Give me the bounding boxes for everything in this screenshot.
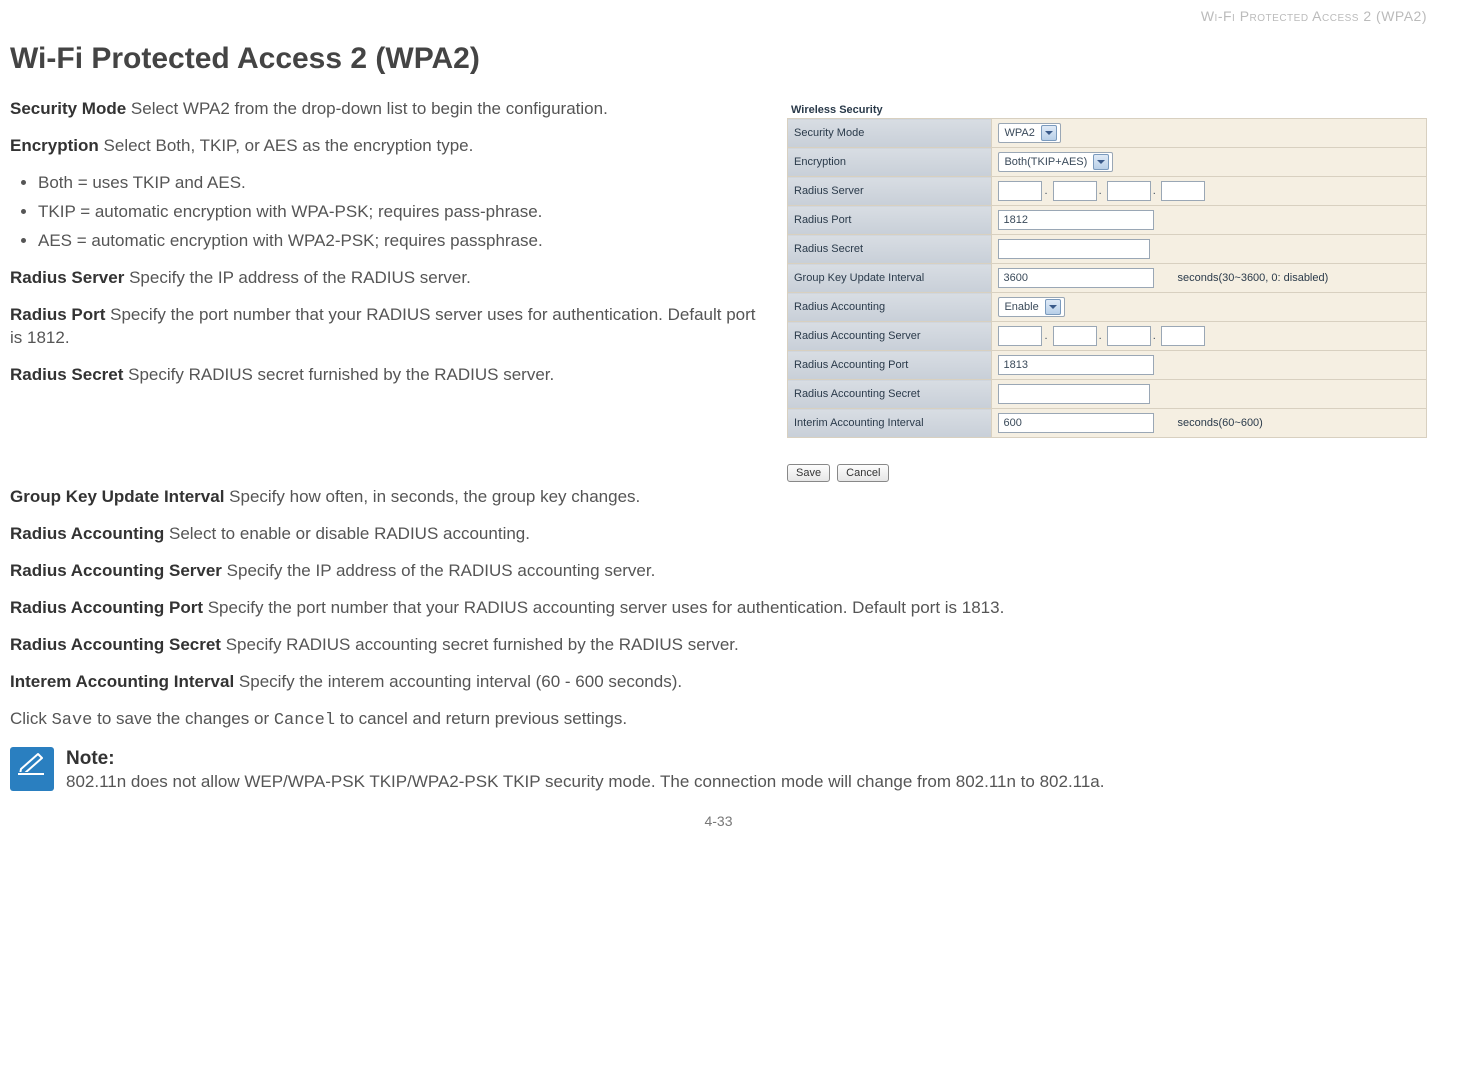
chevron-down-icon (1093, 154, 1109, 170)
table-row: Interim Accounting Interval 600 seconds(… (788, 409, 1427, 438)
chevron-down-icon (1045, 299, 1061, 315)
note-block: Note: 802.11n does not allow WEP/WPA-PSK… (10, 747, 1427, 794)
para-encryption: Encryption Select Both, TKIP, or AES as … (10, 135, 767, 158)
table-row: Encryption Both(TKIP+AES) (788, 148, 1427, 177)
table-row: Radius Accounting Port 1813 (788, 351, 1427, 380)
table-row: Radius Accounting Server . . . (788, 322, 1427, 351)
para-radius-secret: Radius Secret Specify RADIUS secret furn… (10, 364, 767, 387)
table-row: Radius Accounting Enable (788, 293, 1427, 322)
para-radius-server: Radius Server Specify the IP address of … (10, 267, 767, 290)
radius-acct-secret-input[interactable] (998, 384, 1150, 404)
radius-server-octet[interactable] (1161, 181, 1205, 201)
radius-server-octet[interactable] (998, 181, 1042, 201)
radius-acct-server-octet[interactable] (1161, 326, 1205, 346)
cancel-button[interactable]: Cancel (837, 464, 889, 482)
security-mode-select[interactable]: WPA2 (998, 123, 1060, 143)
para-security-mode: Security Mode Select WPA2 from the drop-… (10, 98, 767, 121)
table-row: Security Mode WPA2 (788, 119, 1427, 148)
cancel-code: Cancel (274, 711, 335, 730)
radius-acct-server-octet[interactable] (1053, 326, 1097, 346)
para-click-save: Click Save to save the changes or Cancel… (10, 708, 1427, 733)
para-radius-accounting-secret: Radius Accounting Secret Specify RADIUS … (10, 634, 1427, 657)
radius-acct-port-input[interactable]: 1813 (998, 355, 1154, 375)
save-button[interactable]: Save (787, 464, 830, 482)
chevron-down-icon (1041, 125, 1057, 141)
list-item: Both = uses TKIP and AES. (38, 172, 767, 195)
encryption-bullets: Both = uses TKIP and AES. TKIP = automat… (10, 172, 767, 253)
radius-accounting-select[interactable]: Enable (998, 297, 1064, 317)
group-key-input[interactable]: 3600 (998, 268, 1154, 288)
settings-table: Security Mode WPA2 Encryption Both(TKIP+… (787, 118, 1427, 438)
table-row: Radius Server . . . (788, 177, 1427, 206)
screenshot-title: Wireless Security (787, 102, 1427, 118)
radius-server-octet[interactable] (1107, 181, 1151, 201)
note-body: 802.11n does not allow WEP/WPA-PSK TKIP/… (66, 772, 1105, 791)
interim-hint: seconds(60~600) (1178, 417, 1263, 429)
para-radius-accounting-port: Radius Accounting Port Specify the port … (10, 597, 1427, 620)
table-row: Radius Secret (788, 235, 1427, 264)
para-radius-accounting-server: Radius Accounting Server Specify the IP … (10, 560, 1427, 583)
para-radius-accounting: Radius Accounting Select to enable or di… (10, 523, 1427, 546)
radius-server-octet[interactable] (1053, 181, 1097, 201)
para-group-key: Group Key Update Interval Specify how of… (10, 486, 1427, 509)
para-interim-interval: Interem Accounting Interval Specify the … (10, 671, 1427, 694)
page-number: 4-33 (10, 813, 1427, 829)
interim-interval-input[interactable]: 600 (998, 413, 1154, 433)
page-title: Wi-Fi Protected Access 2 (WPA2) (10, 42, 1427, 76)
para-radius-port: Radius Port Specify the port number that… (10, 304, 767, 350)
running-header: Wi-Fi Protected Access 2 (WPA2) (10, 0, 1427, 24)
group-key-hint: seconds(30~3600, 0: disabled) (1178, 272, 1329, 284)
table-row: Radius Port 1812 (788, 206, 1427, 235)
encryption-select[interactable]: Both(TKIP+AES) (998, 152, 1113, 172)
radius-secret-input[interactable] (998, 239, 1150, 259)
settings-screenshot: Wireless Security Security Mode WPA2 Enc… (787, 102, 1427, 482)
note-title: Note: (66, 747, 1105, 772)
table-row: Group Key Update Interval 3600 seconds(3… (788, 264, 1427, 293)
radius-port-input[interactable]: 1812 (998, 210, 1154, 230)
radius-acct-server-octet[interactable] (998, 326, 1042, 346)
radius-acct-server-octet[interactable] (1107, 326, 1151, 346)
save-code: Save (52, 711, 93, 730)
list-item: AES = automatic encryption with WPA2-PSK… (38, 230, 767, 253)
table-row: Radius Accounting Secret (788, 380, 1427, 409)
pencil-icon (10, 747, 54, 791)
list-item: TKIP = automatic encryption with WPA-PSK… (38, 201, 767, 224)
